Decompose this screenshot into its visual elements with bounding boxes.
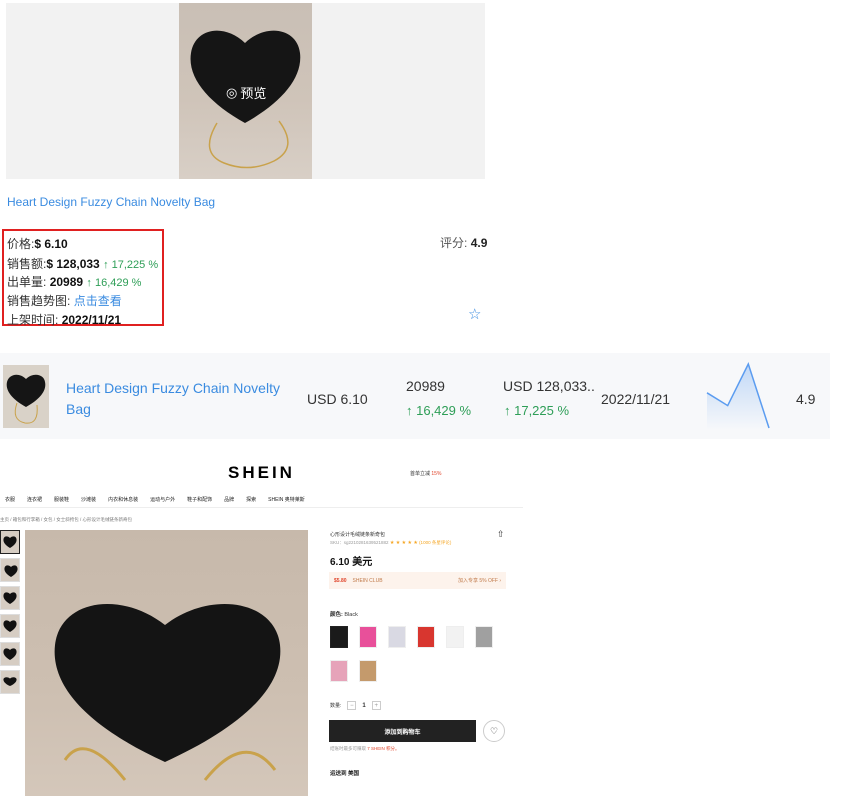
gallery-thumbnail[interactable] [0,530,20,554]
thumbnail-list [0,530,22,698]
gallery-thumbnail[interactable] [0,586,20,610]
nav-item[interactable]: 服装鞋 [54,496,69,503]
breadcrumb[interactable]: 主页 / 箱包和行李箱 / 女包 / 女士斜挎包 / 心形设计毛绒链条新奇包 [0,517,132,523]
orders-line: 出单量: 20989 ↑ 16,429 % [7,275,142,289]
trend-line: 销售趋势图: 点击查看 [7,294,122,308]
club-label: SHEIN CLUB [352,577,383,584]
quantity-stepper: 数量: − 1 + [330,701,381,710]
color-swatch-khaki[interactable] [359,660,377,682]
row-sales: USD 128,033.. [503,378,595,394]
plus-button[interactable]: + [371,701,381,710]
color-swatches-row-2 [330,660,377,682]
club-price: $5.80 [334,577,347,584]
nav-item[interactable]: 运动与户外 [150,496,175,503]
sales-growth: ↑ 17,225 % [103,259,159,271]
share-icon[interactable]: ⇧ [497,529,505,540]
qty-value[interactable]: 1 [362,703,365,709]
nav-item[interactable]: 衣服 [5,496,15,503]
gallery-thumbnail[interactable] [0,642,20,666]
nav-item[interactable]: 品牌 [224,496,234,503]
color-swatch-red[interactable] [417,626,435,648]
promo-banner[interactable]: 首单立减 15% [410,470,441,477]
nav-item[interactable]: 沙滩装 [81,496,96,503]
sales-value: $ 128,033 [46,257,100,271]
color-swatch-white[interactable] [446,626,464,648]
row-orders: 20989 [406,378,445,394]
price-value: $ 6.10 [34,237,68,251]
row-title-link[interactable]: Heart Design Fuzzy Chain Novelty Bag [66,378,286,420]
minus-button[interactable]: − [347,701,357,710]
qty-label: 数量: [330,703,342,709]
nav-item[interactable]: 连衣裙 [27,496,42,503]
row-orders-growth: ↑ 16,429 % [406,403,472,418]
listed-date: 2022/11/21 [61,313,122,327]
rating-value: 4.9 [470,236,488,250]
row-price: USD 6.10 [307,391,368,407]
eye-icon: ◎ [226,84,238,100]
nav-item[interactable]: SHEIN 奥特莱斯 [268,496,305,503]
gallery-thumbnail[interactable] [0,614,20,638]
orders-growth: ↑ 16,429 % [86,277,142,289]
shein-logo[interactable]: SHEIN [228,463,295,483]
trend-link[interactable]: 点击查看 [74,294,122,308]
gallery-thumbnail[interactable] [0,670,20,694]
ship-to[interactable]: 运送到 美国 [330,769,359,777]
price-line: 价格:$ 6.10 [7,237,68,251]
reviews-link[interactable]: (1000 条星评论) [419,540,451,545]
preview-button[interactable]: ◎ 预览 [226,83,266,102]
row-date: 2022/11/21 [601,391,671,407]
shein-nav: 衣服 连衣裙 服装鞋 沙滩装 内衣和休息装 运动与户外 鞋子和配饰 品牌 探索 … [5,496,305,503]
add-to-cart-button[interactable]: 添加到购物车 [329,720,476,742]
color-swatch-light-pink[interactable] [330,660,348,682]
sales-line: 销售额:$ 128,033 ↑ 17,225 % [7,257,159,271]
color-swatch-grey[interactable] [475,626,493,648]
club-banner[interactable]: $5.80 SHEIN CLUB 加入专享 5% OFF › [329,572,506,589]
points-note: 结账时最多可赚取 7 SHEIN 积分。 [330,746,400,751]
rating-stars-icon: ★ ★ ★ ★ ★ [389,540,418,546]
row-rating: 4.9 [796,391,816,407]
shein-product-title: 心形设计毛绒链条新奇包 [330,532,386,538]
row-sales-growth: ↑ 17,225 % [504,403,570,418]
nav-item[interactable]: 内衣和休息装 [108,496,138,503]
bag-thumbnail-illustration [6,374,46,424]
color-swatch-pink[interactable] [359,626,377,648]
color-swatches-row-1 [330,626,493,648]
main-product-image[interactable] [25,530,308,796]
wishlist-heart-icon[interactable]: ♡ [483,720,505,742]
sku-line: SKU：sg2210281639521882 ★ ★ ★ ★ ★ (1000 条… [330,540,452,546]
preview-label: 预览 [240,86,267,101]
listed-line: 上架时间: 2022/11/21 [7,313,122,327]
color-selector-label: 颜色: Black [330,612,358,618]
nav-item[interactable]: 探索 [246,496,256,503]
row-thumbnail[interactable] [3,365,49,428]
rating: 评分: 4.9 [440,236,488,250]
shein-price: 6.10 美元 [330,557,373,568]
orders-value: 20989 [49,275,84,289]
nav-item[interactable]: 鞋子和配饰 [187,496,212,503]
color-swatch-black[interactable] [330,626,348,648]
row-trend-sparkline[interactable] [705,362,773,432]
color-swatch-silver[interactable] [388,626,406,648]
main-bag-illustration [54,603,281,781]
club-offer-link[interactable]: 加入专享 5% OFF › [458,577,501,584]
nav-divider [0,507,523,508]
product-title-link[interactable]: Heart Design Fuzzy Chain Novelty Bag [7,195,215,209]
gallery-thumbnail[interactable] [0,558,20,582]
favorite-star-icon[interactable]: ☆ [468,305,481,323]
